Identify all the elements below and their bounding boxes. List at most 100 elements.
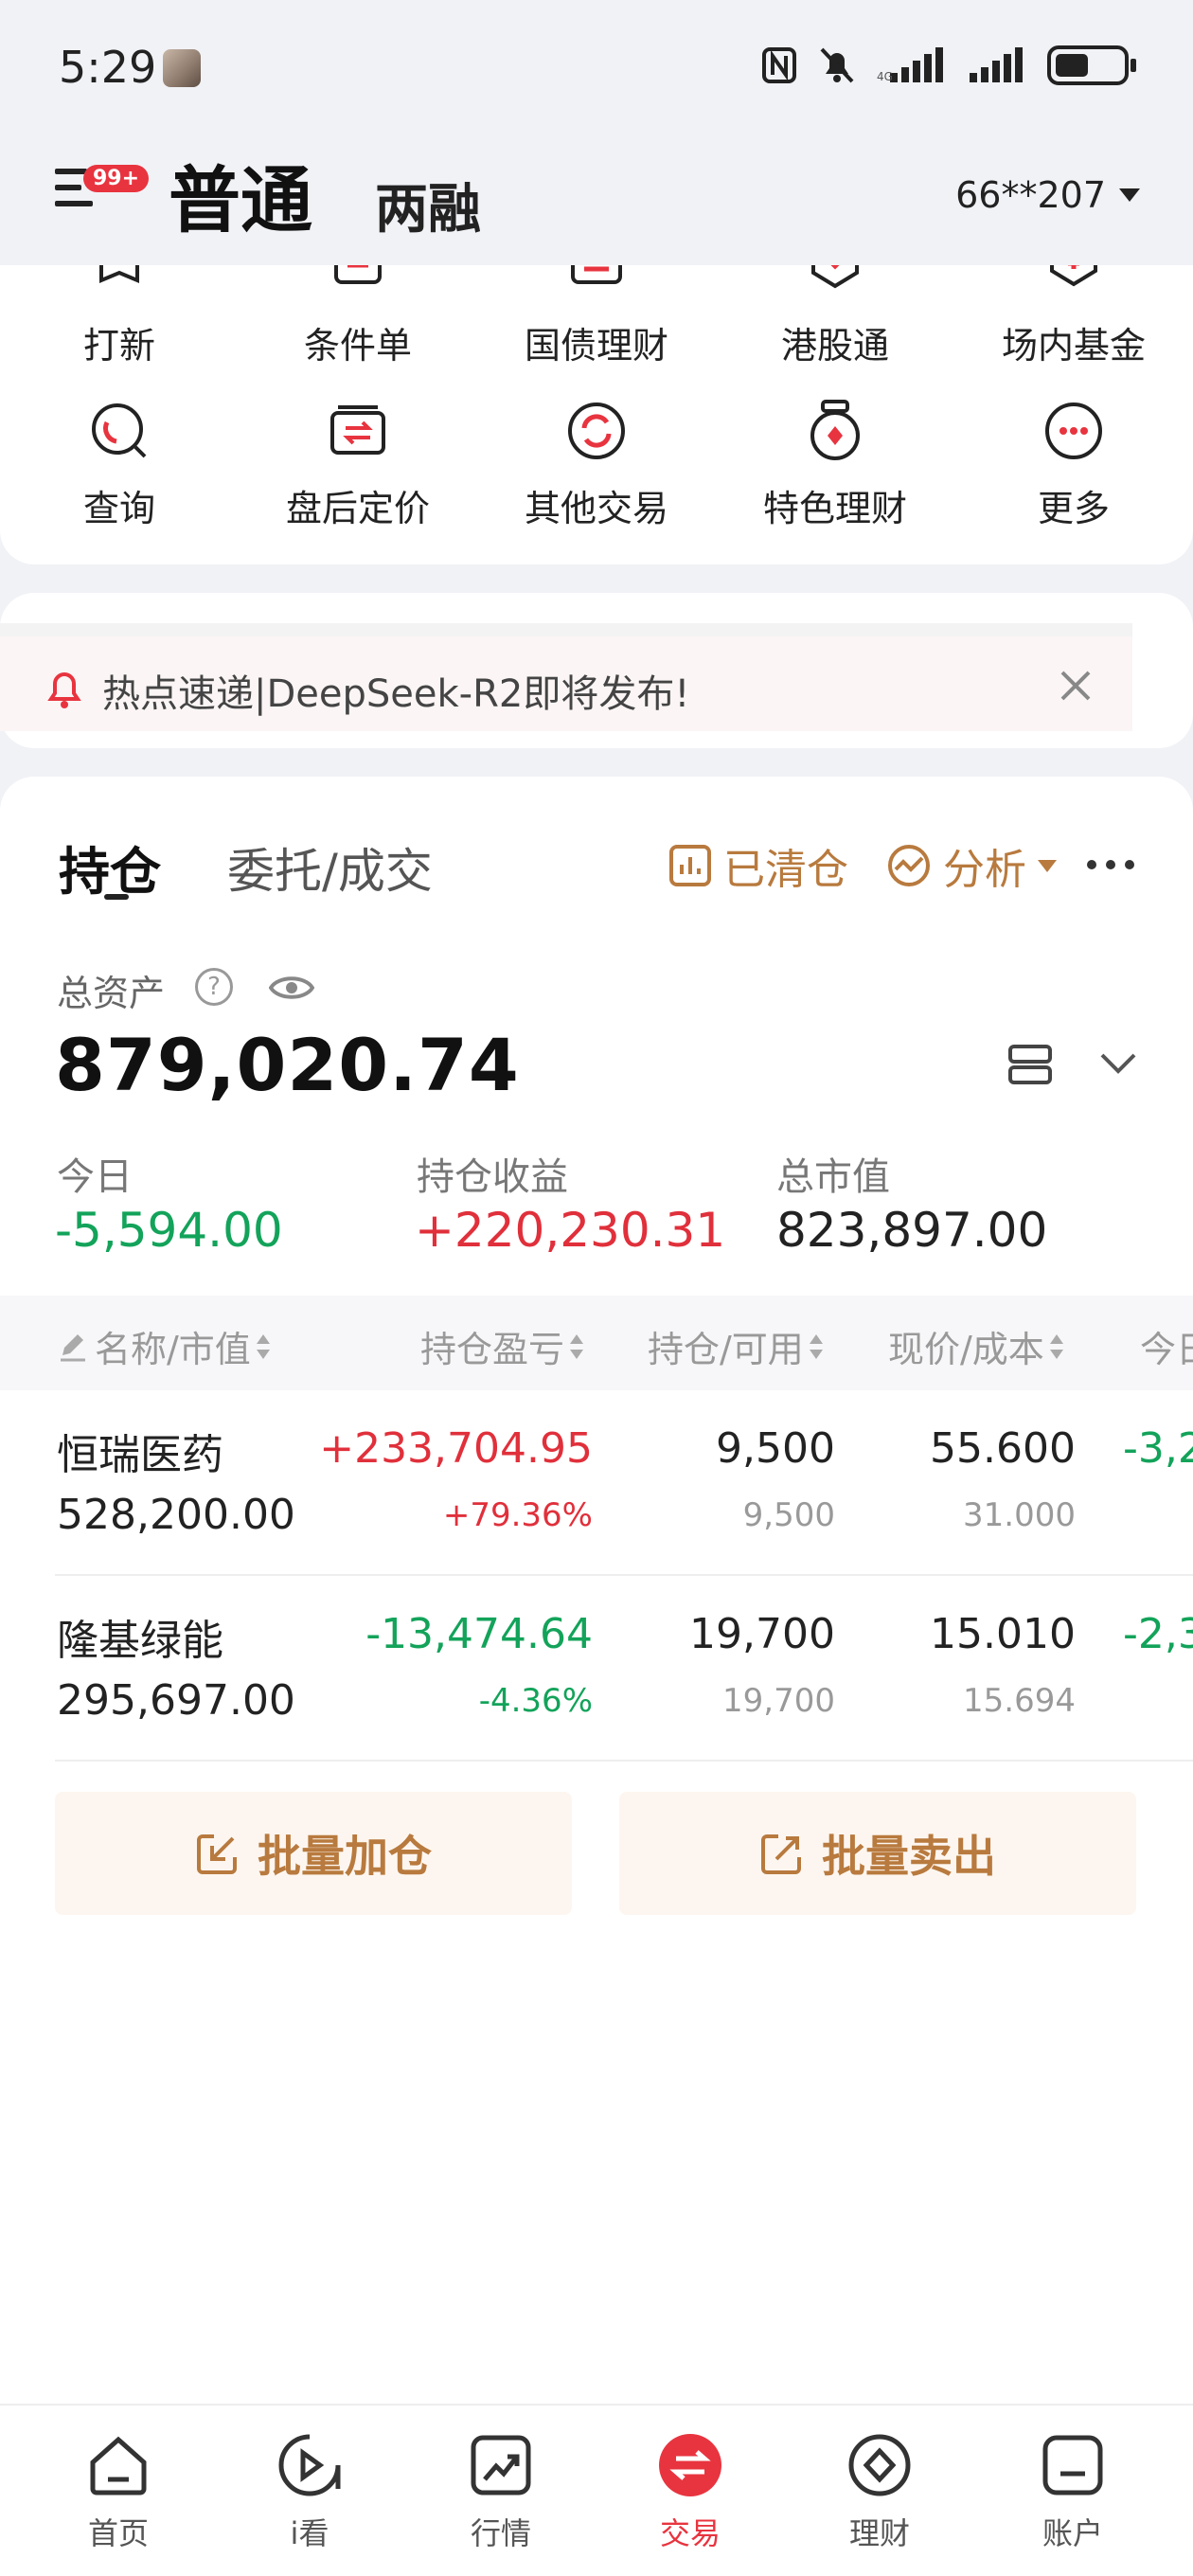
market-value-label: 总市值: [776, 1155, 890, 1199]
layout-toggle-icon[interactable]: [1007, 1044, 1053, 1085]
stock-price: 15.010: [930, 1610, 1076, 1658]
diamond-icon: [848, 2434, 911, 2496]
today-label: 今日: [57, 1155, 133, 1199]
quick-grid: 打新 条件单 国债理财 港股通 场内基金 查询 盘后定价 其他交易 特色理财 更…: [0, 265, 1193, 564]
stock-market-value: 295,697.00: [57, 1676, 295, 1725]
eye-icon[interactable]: [269, 972, 314, 1004]
grid-item-more[interactable]: 更多: [970, 400, 1178, 531]
nav-market[interactable]: 行情: [430, 2432, 572, 2553]
play-icon: [278, 2434, 341, 2496]
stock-name: 隆基绿能: [57, 1617, 223, 1665]
active-tab-indicator: [104, 894, 129, 900]
stock-market-value: 528,200.00: [57, 1491, 295, 1539]
total-assets-label: 总资产: [57, 973, 166, 1014]
stock-today: -2,3: [1123, 1610, 1193, 1658]
stock-avail: 9,500: [742, 1496, 835, 1534]
nfc-icon: [762, 47, 796, 83]
status-icons: 4G: [761, 45, 1136, 85]
chevron-down-icon[interactable]: [1098, 1049, 1138, 1078]
tab-normal[interactable]: 普通: [169, 142, 312, 246]
ipo-icon: [99, 265, 139, 284]
grid-item-hk-connect[interactable]: 港股通: [731, 265, 939, 368]
column-today[interactable]: 今日: [1140, 1320, 1193, 1372]
caret-down-icon: [1119, 188, 1140, 202]
chart-bar-icon: [669, 845, 711, 886]
svg-text:4G: 4G: [877, 70, 893, 83]
column-price[interactable]: 现价/成本: [888, 1320, 1063, 1372]
nav-trade[interactable]: 交易: [619, 2432, 761, 2553]
profit-label: 持仓收益: [417, 1155, 568, 1199]
tab-orders[interactable]: 委托/成交: [227, 833, 433, 902]
status-time: 5:29: [59, 42, 157, 93]
sell-position-icon: [761, 1834, 801, 1874]
trade-icon: [659, 2434, 721, 2496]
notification-badge: 99+: [83, 165, 150, 192]
close-icon[interactable]: [1057, 667, 1095, 705]
account-icon: [1042, 2435, 1103, 2496]
cleared-button[interactable]: 已清仓: [668, 835, 848, 896]
signal-2-icon: [970, 47, 1023, 82]
bell-icon: [47, 672, 81, 708]
tab-margin[interactable]: 两融: [375, 167, 481, 243]
sort-icon: [1049, 1333, 1063, 1361]
grid-item-other-trade[interactable]: 其他交易: [492, 400, 701, 531]
nav-home[interactable]: 首页: [47, 2432, 189, 2553]
more-icon: [1045, 402, 1102, 459]
stock-avail: 19,700: [722, 1682, 835, 1720]
batch-sell-button[interactable]: 批量卖出: [619, 1792, 1136, 1915]
status-bar: 5:29 4G: [0, 0, 1193, 133]
battery-icon: [1047, 45, 1136, 85]
row-divider: [55, 1760, 1193, 1762]
stock-pl-pct: -4.36%: [478, 1682, 593, 1720]
home-icon: [90, 2436, 147, 2496]
nav-account[interactable]: 账户: [1002, 2432, 1144, 2553]
sort-icon: [570, 1333, 584, 1361]
sort-icon: [256, 1333, 270, 1361]
stock-cost: 15.694: [963, 1682, 1076, 1720]
etf-icon: [1050, 265, 1097, 287]
medal-icon: [810, 400, 860, 460]
nav-watch[interactable]: i看: [239, 2432, 381, 2553]
search-icon: [92, 403, 147, 458]
analysis-button[interactable]: 分析: [886, 835, 1057, 896]
column-name[interactable]: 名称/市值: [57, 1320, 270, 1372]
stock-today: -3,2: [1123, 1424, 1193, 1473]
stock-pl-pct: +79.36%: [442, 1496, 593, 1534]
caret-down-icon: [1038, 859, 1057, 872]
hk-connect-icon: [811, 265, 859, 289]
grid-item-featured-finance[interactable]: 特色理财: [731, 400, 939, 531]
holdings-card: [0, 777, 1193, 2406]
batch-add-button[interactable]: 批量加仓: [55, 1792, 572, 1915]
refresh-icon: [568, 402, 625, 459]
after-hours-icon: [330, 405, 385, 455]
row-divider: [55, 1574, 1193, 1576]
stock-price: 55.600: [930, 1424, 1076, 1473]
account-number: 66**207: [955, 174, 1106, 216]
stock-pl: +233,704.95: [319, 1424, 593, 1473]
grid-item-after-hours[interactable]: 盘后定价: [254, 400, 462, 531]
mute-icon: [820, 47, 854, 83]
stock-cost: 31.000: [963, 1496, 1076, 1534]
more-options-icon[interactable]: [1087, 860, 1134, 869]
nav-finance[interactable]: 理财: [809, 2432, 951, 2553]
total-assets-value: 879,020.74: [55, 1023, 520, 1107]
column-pl[interactable]: 持仓盈亏: [420, 1320, 584, 1372]
stock-name: 恒瑞医药: [57, 1431, 223, 1479]
stock-qty: 19,700: [689, 1610, 835, 1658]
grid-item-condition-order[interactable]: 条件单: [254, 265, 462, 368]
signal-icon: 4G: [877, 47, 943, 83]
stock-pl: -13,474.64: [365, 1610, 593, 1658]
help-icon[interactable]: ?: [195, 968, 233, 1006]
grid-item-query[interactable]: 查询: [15, 400, 223, 531]
grid-item-treasury[interactable]: 国债理财: [492, 265, 701, 368]
column-qty[interactable]: 持仓/可用: [648, 1320, 823, 1372]
grid-item-ipo[interactable]: 打新: [15, 265, 223, 368]
sort-icon: [809, 1333, 823, 1361]
market-value-value: 823,897.00: [776, 1203, 1048, 1258]
notice-text[interactable]: 热点速递|DeepSeek-R2即将发布!: [102, 663, 689, 718]
trend-icon: [471, 2435, 531, 2496]
edit-icon: [61, 1333, 85, 1361]
profit-value: +220,230.31: [415, 1203, 726, 1258]
grid-item-etf[interactable]: 场内基金: [970, 265, 1178, 368]
account-selector[interactable]: 66**207: [955, 174, 1140, 216]
